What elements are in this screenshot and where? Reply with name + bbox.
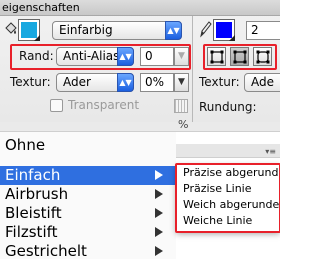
fill-type-arrow-icon: ▲▼ [165,21,182,40]
menu-item-einfach[interactable]: Einfach [0,166,176,185]
texture-preview-icon[interactable] [174,99,188,113]
transparent-label: Transparent [68,98,140,112]
stroke-texture-select[interactable]: Ade [244,73,280,92]
fill-color-swatch[interactable] [18,19,40,41]
menu-item-label: Bleistift [5,204,62,222]
stroke-width-value: 2 [251,23,259,37]
texture-percent-stepper[interactable]: ▼ [174,73,189,92]
cap-round-icon [233,50,247,64]
strip-percent-text: % [178,118,189,131]
rendering-value: Anti-Alias [63,49,120,63]
texture-select[interactable]: Ader ▲▼ [56,73,134,92]
texture-arrow-icon: ▲▼ [117,73,134,92]
stroke-category-menu: Ohne Einfach Airbrush Bleistift Filzstif… [0,132,176,259]
submenu-arrow-icon [155,189,163,199]
fill-type-select[interactable]: Einfarbig ▲▼ [52,21,182,40]
panel-menu-icon[interactable]: ▾≡ [265,147,276,156]
menu-item-label: Gestrichelt [5,242,87,259]
submenu-arrow-icon [155,246,163,256]
texture-label: Textur: [10,75,51,89]
rendering-label: Rand: [19,49,54,63]
properties-panel: eigenschaften Einfarbig ▲▼ Rand: Anti-Al… [0,0,280,122]
panel-title: eigenschaften [2,1,80,14]
background-panel-header: ▾≡ [176,144,280,158]
texture-percent-field[interactable]: 0% [140,73,174,92]
transparent-checkbox[interactable] [50,99,63,112]
paint-bucket-icon [5,22,17,34]
swatch-dropdown-corner-icon [34,35,40,41]
menu-item-gestrichelt[interactable]: Gestrichelt [0,242,176,259]
texture-percent-value: 0% [145,75,165,89]
cap-rounded-button[interactable] [253,47,272,66]
texture-value: Ader [63,75,91,89]
panel-title-bar: eigenschaften [0,0,280,16]
rounding-label: Rundung: [199,100,257,114]
stroke-color-swatch[interactable] [213,19,235,41]
cap-round-button[interactable] [230,47,249,66]
stroke-swatch-dropdown-corner-icon [229,35,235,41]
background-toolbar-strip: % [0,118,280,132]
cap-square-button[interactable] [207,47,226,66]
rendering-select[interactable]: Anti-Alias ▲▼ [56,47,134,66]
stroke-width-field[interactable]: 2 [246,21,280,40]
stroke-texture-label: Textur: [199,75,240,89]
screenshot-frame: eigenschaften Einfarbig ▲▼ Rand: Anti-Al… [0,0,280,259]
cap-square-icon [210,50,224,64]
menu-item-airbrush[interactable]: Airbrush [0,185,176,204]
submenu-arrow-icon [155,170,163,180]
rendering-arrow-icon: ▲▼ [117,47,134,66]
cap-rounded-icon [256,50,270,64]
menu-item-label: Ohne [5,136,46,154]
rendering-amount-stepper[interactable]: ▼ [174,47,189,66]
rendering-amount-field[interactable]: 0 [140,47,174,66]
menu-item-label: Filzstift [5,223,58,241]
panel-divider [192,16,193,122]
menu-item-label: Airbrush [5,185,69,203]
menu-item-ohne[interactable]: Ohne [0,136,176,155]
menu-item-label: Einfach [5,166,61,184]
submenu-arrow-icon [155,227,163,237]
submenu-arrow-icon [155,208,163,218]
stroke-texture-value: Ade [251,75,274,89]
pencil-icon [200,21,212,38]
menu-item-bleistift[interactable]: Bleistift [0,204,176,223]
fill-type-value: Einfarbig [59,23,113,37]
rendering-amount-value: 0 [145,49,153,63]
menu-item-filzstift[interactable]: Filzstift [0,223,176,242]
submenu-highlight-box [175,163,280,233]
